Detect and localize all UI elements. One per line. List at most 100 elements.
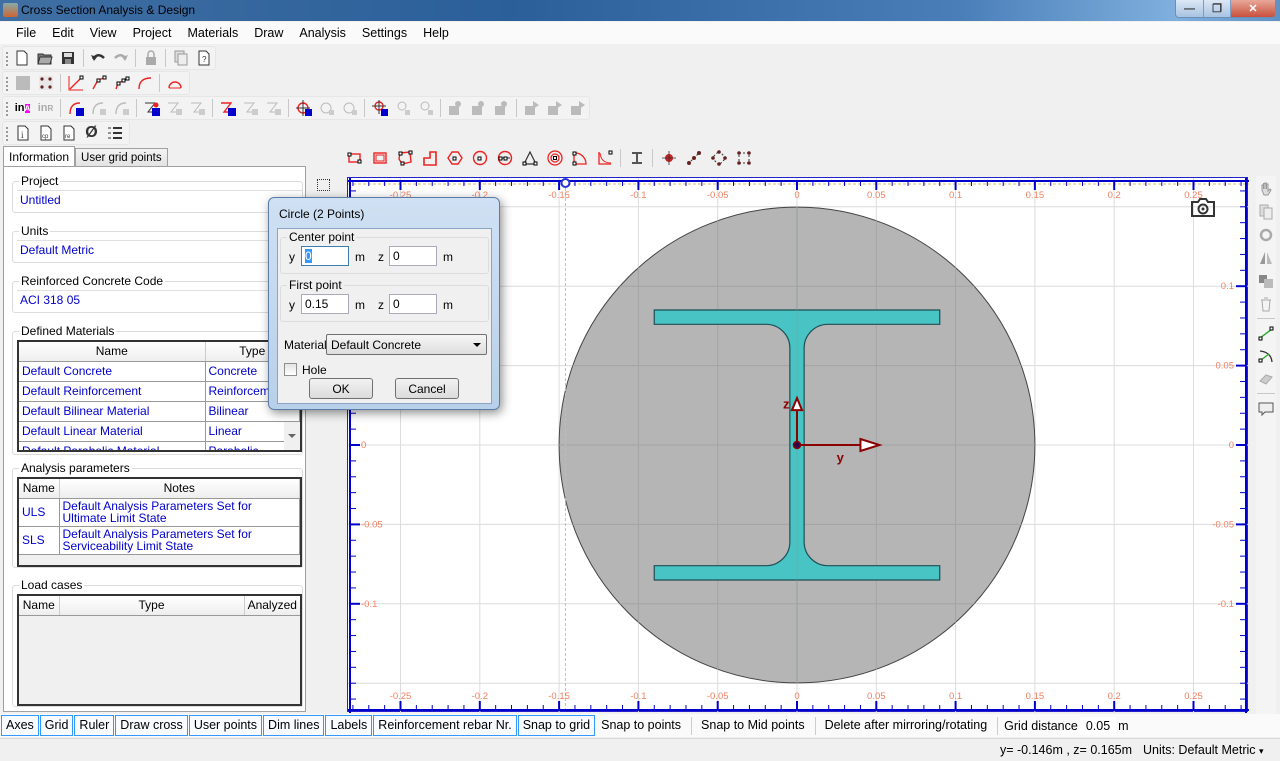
delete-icon[interactable] [1256, 294, 1276, 314]
menu-project[interactable]: Project [125, 26, 180, 40]
close-button[interactable]: ✕ [1230, 0, 1275, 17]
building-flag-L-icon[interactable] [522, 98, 542, 118]
menu-file[interactable]: File [8, 26, 44, 40]
toggle-delete-after-mirroring[interactable]: Delete after mirroring/rotating [820, 715, 993, 736]
minimize-button[interactable]: — [1176, 0, 1203, 17]
polyline-3-icon[interactable] [112, 73, 132, 93]
building-R-icon[interactable] [492, 98, 512, 118]
toggle-rebar-number[interactable]: Reinforcement rebar Nr. [373, 715, 517, 736]
grid-points-disabled-icon[interactable] [13, 73, 33, 93]
cp-document-icon[interactable]: cp [36, 123, 56, 143]
info-R-icon[interactable]: in R [36, 98, 56, 118]
column-header-type[interactable]: Type [59, 596, 245, 616]
menu-view[interactable]: View [82, 26, 125, 40]
redo-icon[interactable] [111, 48, 131, 68]
analysis-notes[interactable]: Default Analysis Parameters Set for Ulti… [59, 498, 300, 527]
hexagon-icon[interactable] [445, 148, 465, 168]
parabolic-corner-icon[interactable] [595, 148, 615, 168]
circle-R-icon[interactable] [340, 98, 360, 118]
material-name[interactable]: Default Bilinear Material [19, 401, 206, 422]
table-row[interactable]: Default Parabolic Material Parabolic [19, 441, 300, 450]
rebar-add-R-icon[interactable] [188, 98, 208, 118]
lock-icon[interactable] [141, 48, 161, 68]
diameter-icon[interactable]: Ø [82, 123, 102, 143]
menu-draw[interactable]: Draw [246, 26, 291, 40]
select-rectangle-icon[interactable] [317, 179, 330, 191]
line-points-icon[interactable] [684, 148, 704, 168]
units-field[interactable]: Default Metric [17, 240, 302, 260]
toolbar-grip[interactable] [6, 77, 8, 91]
half-circle-icon[interactable] [165, 73, 185, 93]
project-name-field[interactable]: Untitled [17, 190, 302, 210]
point-L-icon[interactable] [370, 98, 390, 118]
arc-icon[interactable] [135, 73, 155, 93]
analysis-notes[interactable]: Default Analysis Parameters Set for Serv… [59, 526, 300, 555]
column-header-notes[interactable]: Notes [59, 479, 300, 499]
comment-icon[interactable] [1256, 398, 1276, 418]
polygon-icon[interactable] [395, 148, 415, 168]
first-y-input[interactable]: 0.15 [301, 294, 349, 314]
undo-icon[interactable] [88, 48, 108, 68]
analysis-name[interactable]: SLS [19, 526, 60, 555]
toggle-draw-cross[interactable]: Draw cross [115, 715, 188, 736]
material-select[interactable]: Default Concrete [326, 334, 487, 355]
table-row[interactable]: ULS Default Analysis Parameters Set for U… [19, 498, 300, 527]
help-document-icon[interactable]: ? [194, 48, 214, 68]
building-flag-A-icon[interactable] [545, 98, 565, 118]
arc-L-icon[interactable] [66, 98, 86, 118]
line-L-icon[interactable] [218, 98, 238, 118]
open-folder-icon[interactable] [35, 48, 55, 68]
column-header-name[interactable]: Name [19, 342, 206, 362]
line-A-icon[interactable] [241, 98, 261, 118]
point-A-icon[interactable] [393, 98, 413, 118]
table-row[interactable]: Default Linear Material Linear [19, 421, 300, 442]
menu-help[interactable]: Help [415, 26, 457, 40]
column-header-analyzed[interactable]: Analyzed [244, 596, 300, 616]
square-points-icon[interactable] [734, 148, 754, 168]
point-icon[interactable] [659, 148, 679, 168]
concentric-circles-icon[interactable] [545, 148, 565, 168]
copy-icon[interactable] [1256, 202, 1276, 222]
column-header-name[interactable]: Name [19, 479, 60, 499]
new-file-icon[interactable] [13, 48, 33, 68]
material-name[interactable]: Default Reinforcement [19, 381, 206, 402]
material-name[interactable]: Default Linear Material [19, 421, 206, 442]
ok-button[interactable]: OK [309, 378, 373, 399]
column-header-name[interactable]: Name [19, 596, 60, 616]
table-row[interactable]: Default Concrete Concrete [19, 361, 300, 382]
camera-icon[interactable] [1190, 196, 1216, 218]
save-icon[interactable] [58, 48, 78, 68]
re-document-icon[interactable]: re [59, 123, 79, 143]
line-R-icon[interactable] [264, 98, 284, 118]
tab-information[interactable]: Information [3, 146, 76, 167]
rebar-add-L-icon[interactable] [142, 98, 162, 118]
menu-edit[interactable]: Edit [44, 26, 82, 40]
rectangle-icon[interactable] [345, 148, 365, 168]
materials-scrollbar[interactable] [284, 422, 300, 450]
circle-L-icon[interactable] [294, 98, 314, 118]
material-name[interactable]: Default Concrete [19, 361, 206, 382]
circular-sector-icon[interactable] [570, 148, 590, 168]
circle-center-icon[interactable] [470, 148, 490, 168]
menu-analysis[interactable]: Analysis [291, 26, 354, 40]
first-z-input[interactable]: 0 [389, 294, 437, 314]
menu-materials[interactable]: Materials [179, 26, 246, 40]
toolbar-grip[interactable] [6, 127, 8, 141]
scroll-down-icon[interactable] [288, 434, 296, 438]
toggle-grid[interactable]: Grid [39, 715, 74, 736]
table-row[interactable]: Default Reinforcement Reinforcement [19, 381, 300, 402]
rebar-add-A-icon[interactable] [165, 98, 185, 118]
grid-points-icon[interactable] [36, 73, 56, 93]
grid-distance-input[interactable]: 0.05 [1079, 716, 1117, 735]
toolbar-grip[interactable] [6, 52, 8, 66]
l-shape-icon[interactable] [420, 148, 440, 168]
pan-hand-icon[interactable] [1256, 179, 1276, 199]
numbered-list-icon[interactable] [105, 123, 125, 143]
triangle-icon[interactable] [520, 148, 540, 168]
restore-button[interactable]: ❐ [1203, 0, 1230, 17]
polyline-2-icon[interactable] [89, 73, 109, 93]
table-row[interactable]: SLS Default Analysis Parameters Set for S… [19, 526, 300, 555]
tab-user-grid-points[interactable]: User grid points [75, 148, 168, 167]
toggle-ruler[interactable]: Ruler [74, 715, 115, 736]
material-name[interactable]: Default Parabolic Material [19, 441, 206, 450]
